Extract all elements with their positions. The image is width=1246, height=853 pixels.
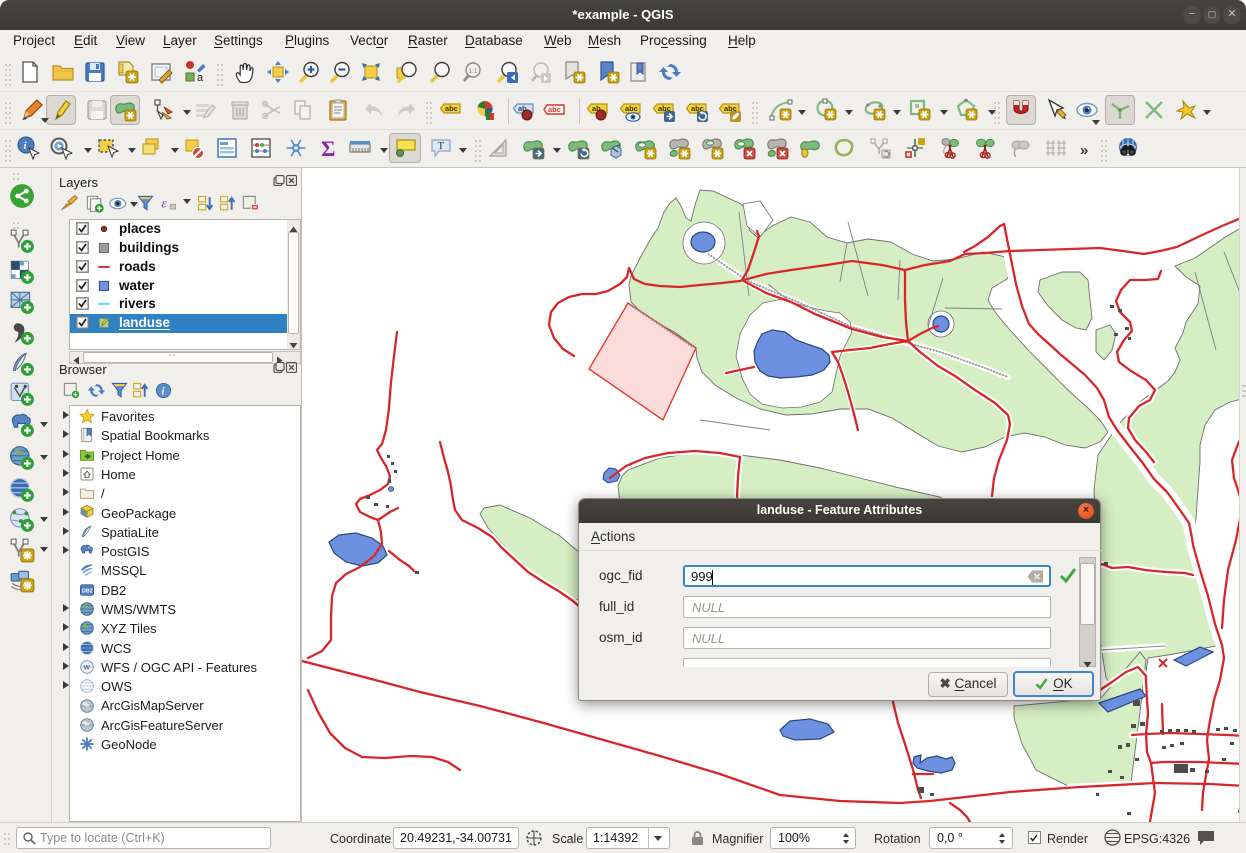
svg-text:W: W [84, 665, 91, 672]
svg-text:T: T [438, 140, 445, 152]
svg-text:Σ: Σ [321, 136, 335, 160]
svg-text:ε: ε [161, 195, 167, 210]
svg-text:abc: abc [625, 104, 638, 113]
svg-text:a: a [197, 72, 204, 84]
svg-text:i: i [162, 386, 165, 397]
svg-text:DB2: DB2 [82, 589, 93, 595]
svg-text:1:1: 1:1 [469, 68, 478, 75]
svg-text:abc: abc [548, 105, 561, 114]
svg-text:abc: abc [445, 104, 458, 113]
